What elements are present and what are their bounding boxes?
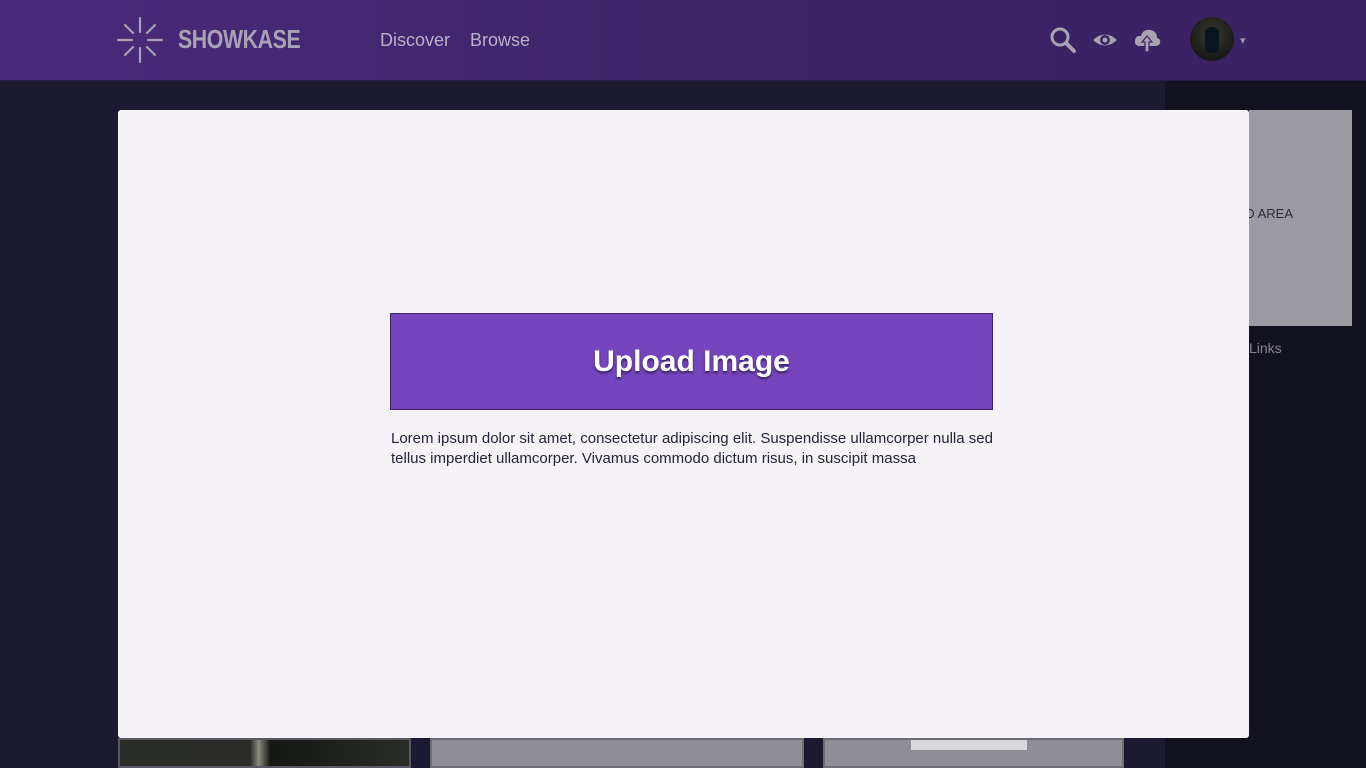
- gallery-thumbnail[interactable]: [118, 738, 411, 768]
- upload-modal: Upload Image Lorem ipsum dolor sit amet,…: [118, 110, 1249, 738]
- nav-browse[interactable]: Browse: [470, 30, 530, 51]
- top-navigation-bar: SHOWKASE Discover Browse ▾: [0, 0, 1366, 81]
- nav-discover[interactable]: Discover: [380, 30, 450, 51]
- gallery-thumbnail[interactable]: [430, 738, 804, 768]
- logo-burst-icon[interactable]: [116, 16, 164, 64]
- search-icon[interactable]: [1049, 26, 1077, 54]
- cloud-upload-icon[interactable]: [1133, 26, 1161, 54]
- user-avatar[interactable]: [1190, 17, 1234, 61]
- brand-name[interactable]: SHOWKASE: [178, 24, 301, 55]
- sidebar-links-label[interactable]: Links: [1249, 340, 1282, 356]
- upload-image-button[interactable]: Upload Image: [390, 313, 993, 410]
- chevron-down-icon[interactable]: ▾: [1240, 34, 1246, 47]
- upload-button-label: Upload Image: [593, 344, 790, 378]
- eye-icon[interactable]: [1091, 26, 1119, 54]
- upload-description: Lorem ipsum dolor sit amet, consectetur …: [391, 430, 993, 467]
- gallery-thumbnail[interactable]: [823, 738, 1124, 768]
- ad-area-label: AD AREA: [1249, 206, 1293, 221]
